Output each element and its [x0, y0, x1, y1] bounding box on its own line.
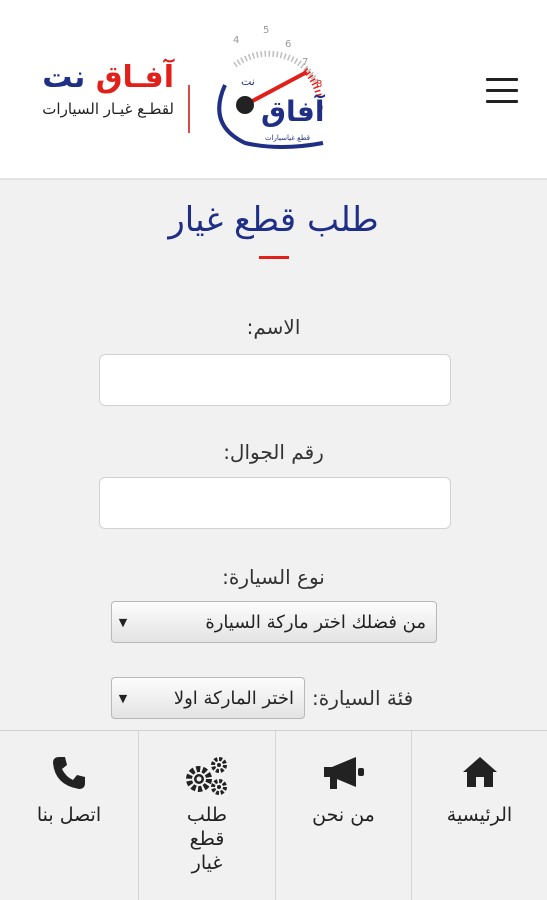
gauge-number: 6	[285, 39, 291, 50]
nav-separator	[275, 731, 276, 900]
nav-label-home: الرئيسية	[446, 804, 513, 826]
car-class-selected-value: اختر الماركة اولا	[173, 687, 294, 709]
car-type-label: نوع السيارة:	[222, 565, 325, 589]
logo-caption: قطع غياسيارات	[265, 134, 310, 142]
brand-name: آفـاق نت	[14, 60, 174, 96]
gauge-number: 5	[263, 25, 269, 36]
logo-small-text: نت	[241, 75, 255, 88]
nav-separator	[138, 731, 139, 900]
dropdown-arrow-icon: ▼	[118, 615, 128, 629]
menu-line-icon	[486, 78, 518, 81]
speedometer-logo-icon: 4 5 6 7 8 9 آفاق نت قطع غياسيارات	[217, 25, 326, 149]
nav-item-contact[interactable]: اتصل بنا	[0, 731, 138, 900]
app-header: آفـاق نت لقطـع غيـار السيارات 4 5 6 7 8 …	[0, 0, 547, 180]
car-class-label: فئة السيارة:	[312, 686, 414, 710]
menu-line-icon	[486, 100, 518, 103]
gauge-number: 7	[302, 57, 308, 68]
megaphone-icon	[323, 757, 364, 789]
phone-input[interactable]	[99, 477, 451, 529]
nav-label-contact: اتصل بنا	[36, 804, 102, 826]
nav-item-home[interactable]: الرئيسية	[412, 731, 547, 900]
brand-subtitle: لقطـع غيـار السيارات	[42, 100, 174, 118]
logo-text: آفاق	[261, 94, 326, 128]
gears-icon	[186, 757, 227, 795]
brand-divider	[188, 85, 190, 133]
nav-item-about[interactable]: من نحن	[276, 731, 411, 900]
menu-line-icon	[486, 89, 518, 92]
brand-logo-text[interactable]: آفـاق نت لقطـع غيـار السيارات	[14, 60, 174, 118]
phone-icon	[53, 757, 85, 789]
brand-name-red: آفـاق	[95, 60, 174, 95]
nav-label-about: من نحن	[312, 804, 375, 826]
bottom-navigation: الرئيسية من نحن طلب قطع غيار اتصل بنا	[0, 730, 547, 900]
name-input[interactable]	[99, 354, 451, 406]
car-class-select[interactable]: اختر الماركة اولا ▼	[111, 677, 305, 719]
name-label: الاسم:	[246, 315, 301, 339]
nav-separator	[411, 731, 412, 900]
hamburger-menu-button[interactable]	[486, 78, 518, 106]
car-type-select[interactable]: من فضلك اختر ماركة السيارة ▼	[111, 601, 437, 643]
car-type-selected-value: من فضلك اختر ماركة السيارة	[205, 611, 426, 633]
dropdown-arrow-icon: ▼	[118, 691, 128, 705]
brand-name-blue: نت	[42, 60, 86, 95]
page-title: طلب قطع غيار	[168, 200, 379, 240]
gauge-number: 4	[233, 35, 239, 46]
nav-label-request-parts: طلب قطع غيار	[186, 804, 227, 874]
nav-item-request-parts[interactable]: طلب قطع غيار	[139, 731, 275, 900]
phone-label: رقم الجوال:	[223, 440, 324, 464]
title-underline	[259, 256, 289, 259]
gauge-number: 8	[316, 79, 322, 90]
home-icon	[462, 757, 497, 787]
